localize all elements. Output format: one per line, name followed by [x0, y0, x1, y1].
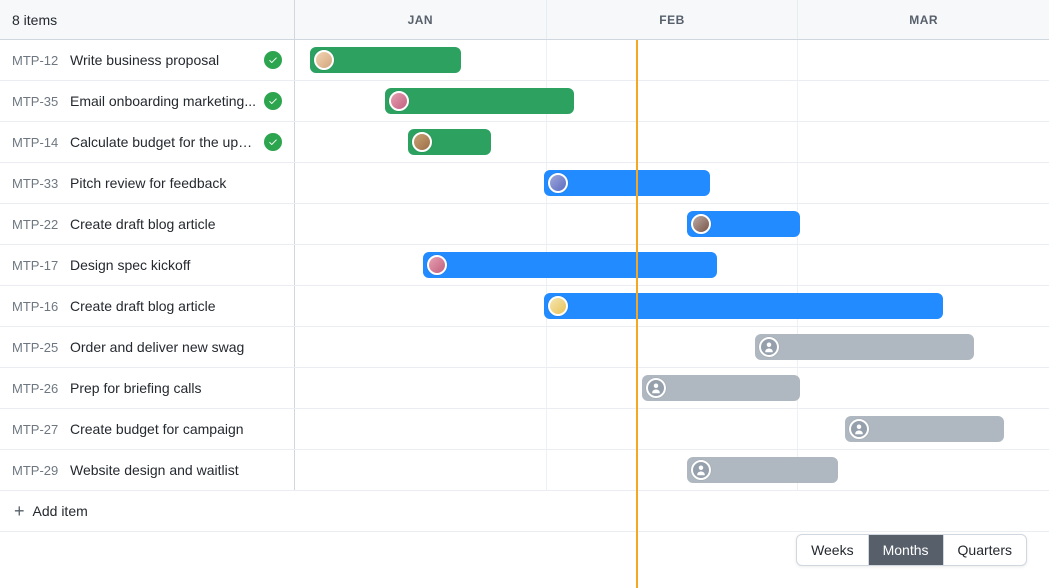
task-row: MTP-26 Prep for briefing calls	[0, 368, 1049, 409]
issue-code: MTP-35	[12, 94, 62, 109]
task-row-left[interactable]: MTP-12 Write business proposal	[0, 40, 295, 80]
month-header: JAN	[295, 0, 547, 39]
assignee-avatar	[691, 214, 711, 234]
month-header: FEB	[547, 0, 799, 39]
task-bar[interactable]	[642, 375, 800, 401]
task-bar[interactable]	[408, 129, 491, 155]
done-check-icon	[264, 51, 282, 69]
add-item-label: Add item	[33, 503, 88, 519]
issue-title: Website design and waitlist	[70, 462, 282, 478]
issue-title: Pitch review for feedback	[70, 175, 282, 191]
task-row-timeline	[295, 245, 1049, 285]
task-row: MTP-33 Pitch review for feedback	[0, 163, 1049, 204]
task-bar[interactable]	[385, 88, 574, 114]
issue-code: MTP-17	[12, 258, 62, 273]
task-row-timeline	[295, 286, 1049, 326]
task-row-left[interactable]: MTP-16 Create draft blog article	[0, 286, 295, 326]
task-row: MTP-35 Email onboarding marketing...	[0, 81, 1049, 122]
issue-code: MTP-26	[12, 381, 62, 396]
assignee-avatar	[389, 91, 409, 111]
issue-title: Create budget for campaign	[70, 421, 282, 437]
task-row-left[interactable]: MTP-17 Design spec kickoff	[0, 245, 295, 285]
issue-code: MTP-16	[12, 299, 62, 314]
task-row-timeline	[295, 81, 1049, 121]
task-row-left[interactable]: MTP-25 Order and deliver new swag	[0, 327, 295, 367]
issue-code: MTP-12	[12, 53, 62, 68]
zoom-option-months[interactable]: Months	[869, 535, 944, 565]
done-check-icon	[264, 133, 282, 151]
task-bar[interactable]	[755, 334, 974, 360]
task-row-timeline	[295, 40, 1049, 80]
done-check-icon	[264, 92, 282, 110]
zoom-option-quarters[interactable]: Quarters	[944, 535, 1026, 565]
task-row: MTP-14 Calculate budget for the upc...	[0, 122, 1049, 163]
assignee-avatar	[548, 296, 568, 316]
issue-code: MTP-22	[12, 217, 62, 232]
task-row: MTP-27 Create budget for campaign	[0, 409, 1049, 450]
task-row-timeline	[295, 368, 1049, 408]
task-rows: MTP-12 Write business proposal MTP-35 Email…	[0, 40, 1049, 491]
task-row-left[interactable]: MTP-26 Prep for briefing calls	[0, 368, 295, 408]
issue-title: Calculate budget for the upc...	[70, 134, 256, 150]
task-row-left[interactable]: MTP-14 Calculate budget for the upc...	[0, 122, 295, 162]
issue-code: MTP-27	[12, 422, 62, 437]
task-row: MTP-22 Create draft blog article	[0, 204, 1049, 245]
task-bar[interactable]	[310, 47, 461, 73]
issue-code: MTP-33	[12, 176, 62, 191]
person-icon	[849, 419, 869, 439]
task-row: MTP-17 Design spec kickoff	[0, 245, 1049, 286]
item-count-label: 8 items	[12, 12, 57, 28]
assignee-avatar	[427, 255, 447, 275]
assignee-avatar	[412, 132, 432, 152]
task-row-left[interactable]: MTP-33 Pitch review for feedback	[0, 163, 295, 203]
add-item-button[interactable]: + Add item	[0, 491, 1049, 532]
task-row-timeline	[295, 450, 1049, 490]
issue-title: Email onboarding marketing...	[70, 93, 256, 109]
month-headers: JANFEBMAR	[295, 0, 1049, 39]
task-bar[interactable]	[544, 293, 944, 319]
task-bar[interactable]	[423, 252, 717, 278]
person-icon	[759, 337, 779, 357]
issue-title: Create draft blog article	[70, 298, 282, 314]
timeline-body: MTP-12 Write business proposal MTP-35 Email…	[0, 40, 1049, 588]
timeline-header: 8 items JANFEBMAR	[0, 0, 1049, 40]
task-row-timeline	[295, 327, 1049, 367]
issue-title: Create draft blog article	[70, 216, 282, 232]
task-row-left[interactable]: MTP-22 Create draft blog article	[0, 204, 295, 244]
task-bar[interactable]	[845, 416, 1003, 442]
person-icon	[691, 460, 711, 480]
item-count: 8 items	[0, 0, 295, 39]
task-row-timeline	[295, 163, 1049, 203]
issue-code: MTP-14	[12, 135, 62, 150]
task-row: MTP-29 Website design and waitlist	[0, 450, 1049, 491]
task-row-timeline	[295, 204, 1049, 244]
assignee-avatar	[548, 173, 568, 193]
issue-title: Write business proposal	[70, 52, 256, 68]
issue-title: Prep for briefing calls	[70, 380, 282, 396]
task-bar[interactable]	[687, 211, 800, 237]
task-bar[interactable]	[687, 457, 838, 483]
plus-icon: +	[14, 502, 25, 520]
task-row: MTP-25 Order and deliver new swag	[0, 327, 1049, 368]
zoom-toggle: WeeksMonthsQuarters	[796, 534, 1027, 566]
issue-title: Design spec kickoff	[70, 257, 282, 273]
person-icon	[646, 378, 666, 398]
roadmap-view: 8 items JANFEBMAR MTP-12 Write business p…	[0, 0, 1049, 588]
issue-title: Order and deliver new swag	[70, 339, 282, 355]
task-row: MTP-16 Create draft blog article	[0, 286, 1049, 327]
task-row-left[interactable]: MTP-35 Email onboarding marketing...	[0, 81, 295, 121]
task-bar[interactable]	[544, 170, 710, 196]
task-row-timeline	[295, 409, 1049, 449]
issue-code: MTP-29	[12, 463, 62, 478]
task-row-timeline	[295, 122, 1049, 162]
issue-code: MTP-25	[12, 340, 62, 355]
task-row-left[interactable]: MTP-29 Website design and waitlist	[0, 450, 295, 490]
month-header: MAR	[798, 0, 1049, 39]
task-row: MTP-12 Write business proposal	[0, 40, 1049, 81]
task-row-left[interactable]: MTP-27 Create budget for campaign	[0, 409, 295, 449]
zoom-option-weeks[interactable]: Weeks	[797, 535, 869, 565]
assignee-avatar	[314, 50, 334, 70]
